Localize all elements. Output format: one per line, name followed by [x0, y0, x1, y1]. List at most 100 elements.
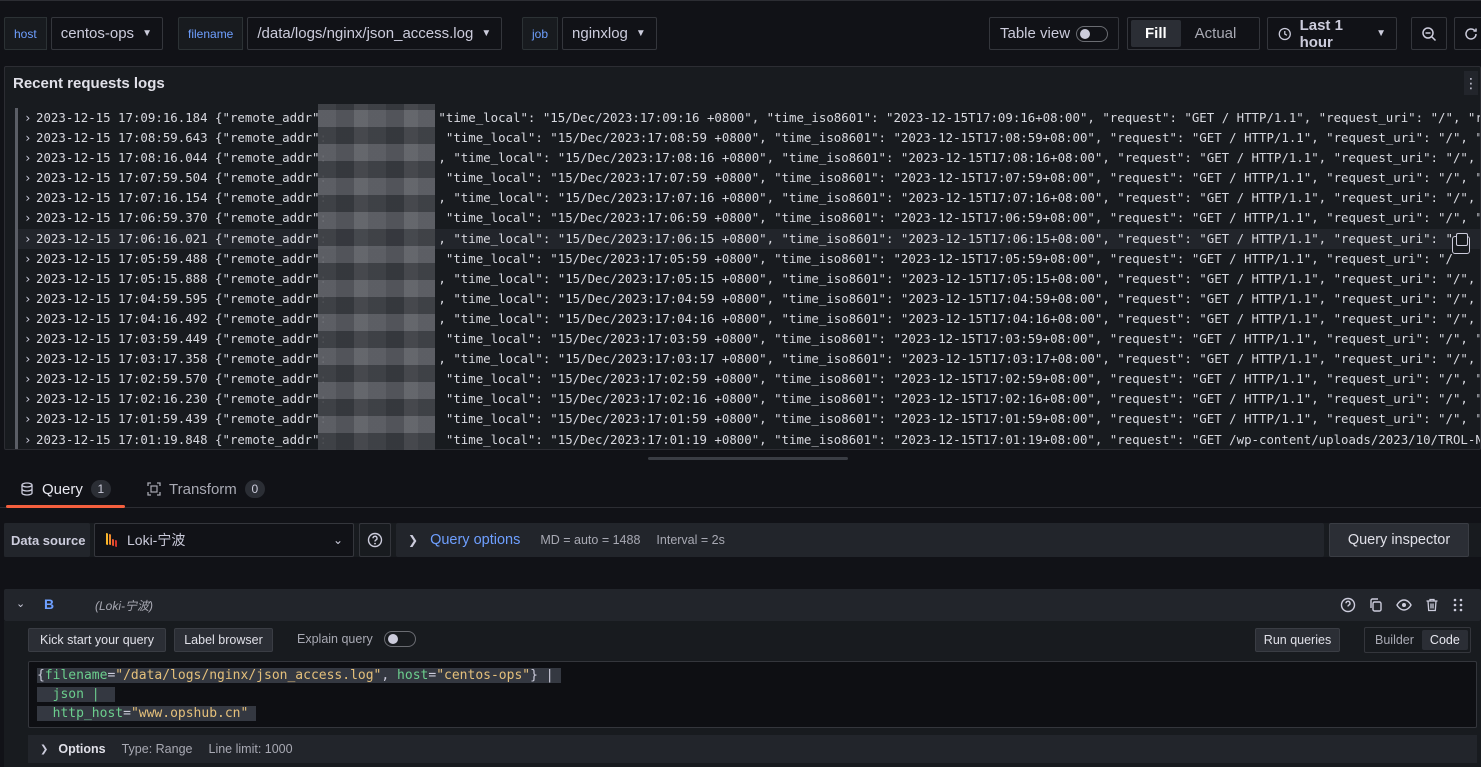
question-circle-icon[interactable]: [1340, 597, 1356, 613]
log-row[interactable]: › 2023-12-15 17:05:59.488 {"remote_addr":…: [15, 248, 1480, 269]
query-code-input[interactable]: {filename="/data/logs/nginx/json_access.…: [28, 661, 1477, 728]
table-view-toggle[interactable]: Table view: [989, 17, 1119, 50]
query-inspector-button[interactable]: Query inspector: [1329, 523, 1469, 557]
log-line-tail: , "time_local": "15/Dec/2023:17:04:59 +0…: [438, 290, 1481, 306]
log-row[interactable]: › 2023-12-15 17:01:19.848 {"remote_addr":…: [15, 429, 1480, 450]
log-row[interactable]: › 2023-12-15 17:07:59.504 {"remote_addr":…: [15, 168, 1480, 189]
code-mode-button[interactable]: Code: [1421, 630, 1468, 650]
chevron-right-icon[interactable]: ›: [24, 409, 36, 429]
variable-job[interactable]: job nginxlog ▼: [522, 17, 657, 50]
variable-select[interactable]: centos-ops ▼: [50, 17, 163, 50]
chevron-right-icon[interactable]: ›: [24, 289, 36, 309]
panel-menu-icon[interactable]: ⋮: [1464, 71, 1478, 95]
run-queries-button[interactable]: Run queries: [1255, 628, 1340, 652]
time-range-label: Last 1 hour: [1299, 16, 1343, 51]
log-line-head: {"remote_addr": [215, 110, 327, 125]
chevron-right-icon[interactable]: ›: [24, 329, 36, 349]
eye-icon[interactable]: [1396, 597, 1412, 613]
log-row[interactable]: › 2023-12-15 17:09:16.184 {"remote_addr" …: [15, 108, 1481, 129]
chevron-right-icon[interactable]: ›: [24, 188, 36, 208]
explain-query-toggle[interactable]: [384, 631, 416, 647]
label-browser-button[interactable]: Label browser: [174, 628, 273, 652]
chevron-right-icon[interactable]: ›: [24, 349, 36, 369]
chevron-right-icon[interactable]: ›: [24, 208, 36, 228]
tab-transform[interactable]: Transform 0: [147, 470, 265, 508]
log-timestamp: 2023-12-15 17:05:15.888: [36, 270, 208, 286]
log-row[interactable]: › 2023-12-15 17:05:15.888 {"remote_addr":…: [15, 268, 1481, 289]
drag-handle-icon[interactable]: [1450, 597, 1466, 613]
datasource-help-button[interactable]: [359, 523, 391, 557]
chevron-right-icon[interactable]: ›: [24, 128, 36, 148]
log-line-head: {"remote_addr":: [215, 331, 335, 347]
question-circle-icon: [367, 532, 383, 548]
log-line-tail: "time_local": "15/Dec/2023:17:08:59 +080…: [438, 130, 1481, 146]
log-row[interactable]: › 2023-12-15 17:08:16.044 {"remote_addr":…: [15, 148, 1480, 169]
builder-mode-button[interactable]: Builder: [1367, 630, 1422, 650]
chevron-right-icon[interactable]: ›: [24, 229, 36, 249]
log-row[interactable]: › 2023-12-15 17:08:59.643 {"remote_addr":…: [15, 128, 1481, 149]
redacted-region-overlay: [318, 104, 435, 450]
chevron-down-icon: ▼: [635, 28, 646, 39]
log-row[interactable]: › 2023-12-15 17:04:16.492 {"remote_addr":…: [15, 308, 1480, 330]
log-row[interactable]: › 2023-12-15 17:07:16.154 {"remote_addr":…: [15, 188, 1480, 209]
query-options-label[interactable]: Query options: [430, 532, 520, 548]
fill-button[interactable]: Fill: [1131, 20, 1181, 47]
chevron-right-icon[interactable]: ›: [24, 168, 36, 188]
chevron-right-icon[interactable]: ›: [24, 369, 36, 389]
chevron-right-icon[interactable]: ›: [24, 269, 36, 289]
log-line-tail: , "time_local": "15/Dec/2023:17:05:15 +0…: [438, 270, 1481, 286]
datasource-picker[interactable]: Loki-宁波 ⌄: [94, 523, 354, 557]
chevron-right-icon[interactable]: ›: [24, 309, 36, 329]
variable-select[interactable]: /data/logs/nginx/json_access.log ▼: [247, 17, 503, 50]
log-line-tail: "time_local": "15/Dec/2023:17:09:16 +080…: [430, 110, 1481, 125]
chevron-down-icon: ▼: [1376, 28, 1386, 39]
log-row[interactable]: › 2023-12-15 17:02:16.230 {"remote_addr":…: [15, 389, 1481, 410]
variable-select[interactable]: nginxlog ▼: [562, 17, 657, 50]
log-row[interactable]: › 2023-12-15 17:04:59.595 {"remote_addr":…: [15, 288, 1481, 309]
kick-start-button[interactable]: Kick start your query: [28, 628, 166, 652]
log-row[interactable]: › 2023-12-15 17:03:59.449 {"remote_addr":…: [15, 329, 1480, 350]
log-line-head: {"remote_addr":: [215, 230, 335, 246]
panel-resize-handle[interactable]: [648, 457, 848, 460]
variable-filename[interactable]: filename /data/logs/nginx/json_access.lo…: [178, 17, 503, 50]
variable-host[interactable]: host centos-ops ▼: [4, 17, 163, 50]
options-label: Options: [58, 742, 106, 756]
time-range-picker[interactable]: Last 1 hour ▼: [1267, 16, 1397, 51]
trash-icon[interactable]: [1424, 597, 1440, 613]
tab-query[interactable]: Query 1: [6, 470, 125, 508]
fill-actual-group: Fill Actual: [1127, 17, 1260, 50]
duplicate-icon[interactable]: [1368, 597, 1384, 613]
log-row[interactable]: › 2023-12-15 17:06:16.021 {"remote_addr":…: [15, 228, 1480, 249]
database-icon: [21, 482, 33, 496]
query-row-header: ⌄ B (Loki-宁波): [4, 589, 1481, 621]
log-row[interactable]: › 2023-12-15 17:03:17.358 {"remote_addr":…: [15, 349, 1481, 370]
chevron-right-icon[interactable]: ›: [24, 430, 36, 450]
log-line-tail: "time_local": "15/Dec/2023:17:02:16 +080…: [438, 391, 1481, 407]
log-timestamp: 2023-12-15 17:04:16.492: [36, 310, 208, 326]
log-line-head: {"remote_addr":: [215, 351, 335, 367]
log-row[interactable]: › 2023-12-15 17:01:59.439 {"remote_addr":…: [15, 409, 1480, 430]
options-type: Type: Range: [121, 742, 193, 756]
log-timestamp: 2023-12-15 17:08:16.044: [36, 150, 208, 166]
log-row[interactable]: › 2023-12-15 17:06:59.370 {"remote_addr":…: [15, 208, 1480, 229]
actual-button[interactable]: Actual: [1181, 20, 1251, 47]
chevron-down-icon: ▼: [481, 28, 492, 39]
chevron-right-icon[interactable]: ›: [24, 389, 36, 409]
log-line-head: {"remote_addr":: [215, 310, 335, 326]
collapse-chevron-icon[interactable]: ⌄: [16, 597, 25, 610]
log-row[interactable]: › 2023-12-15 17:02:59.570 {"remote_addr":…: [15, 369, 1480, 390]
toggle-switch[interactable]: [1076, 25, 1108, 42]
refresh-button[interactable]: [1454, 17, 1481, 50]
chevron-right-icon[interactable]: ›: [24, 148, 36, 168]
tab-count: 0: [244, 480, 265, 498]
query-ref-id[interactable]: B: [44, 596, 54, 612]
chevron-right-icon[interactable]: ›: [24, 249, 36, 269]
query-options-bar[interactable]: ❯ Query options MD = auto = 1488 Interva…: [396, 523, 1324, 557]
chevron-right-icon[interactable]: ›: [24, 108, 36, 128]
interval-value: Interval = 2s: [656, 533, 725, 547]
zoom-out-button[interactable]: [1411, 17, 1447, 50]
query-options-row[interactable]: ❯ Options Type: Range Line limit: 1000: [28, 735, 1477, 763]
log-line-tail: , "time_local": "15/Dec/2023:17:03:17 +0…: [438, 351, 1481, 367]
variable-value: centos-ops: [60, 25, 135, 42]
copy-icon[interactable]: [1452, 233, 1470, 254]
